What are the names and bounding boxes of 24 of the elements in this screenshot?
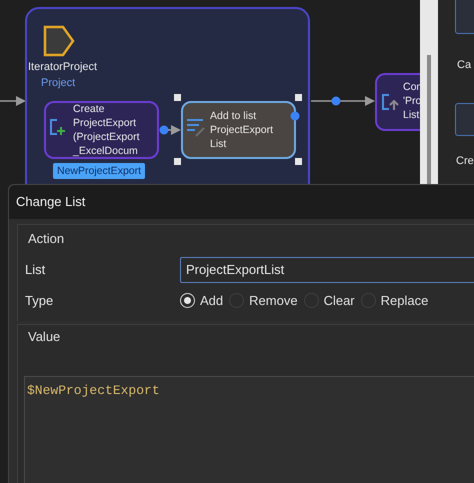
field-label: Type [25,292,54,310]
type-radio-option[interactable]: Clear [304,290,355,310]
node-label: List [210,137,228,151]
group-heading: Action [28,230,66,248]
type-radio-option[interactable]: Remove [229,290,298,310]
expression-editor[interactable]: $NewProjectExport [24,376,474,483]
dialog-title: Change List [16,193,86,212]
type-radio-option[interactable]: Add [180,290,224,310]
iterator-type: Project [41,76,76,91]
node-label: ProjectExport [73,116,138,130]
group-heading: Value [28,328,62,346]
field-label: List [25,260,46,279]
toolbox-label: Ca [457,58,472,73]
node-label: Add to list [210,109,258,123]
type-radio-option[interactable]: Replace [360,290,428,310]
node-label: _ExcelDocum [73,144,139,158]
node-label: (ProjectExport [73,130,140,144]
node-label: Create [73,102,106,116]
expression-text: $NewProjectExport [27,383,160,398]
node-label: ProjectExport [210,123,274,137]
toolbox-label: Cre [456,154,474,169]
iterator-name: IteratorProject [28,60,98,75]
output-variable-badge: NewProjectExport [53,163,146,179]
list-input-field[interactable]: ProjectExportList [180,256,474,282]
